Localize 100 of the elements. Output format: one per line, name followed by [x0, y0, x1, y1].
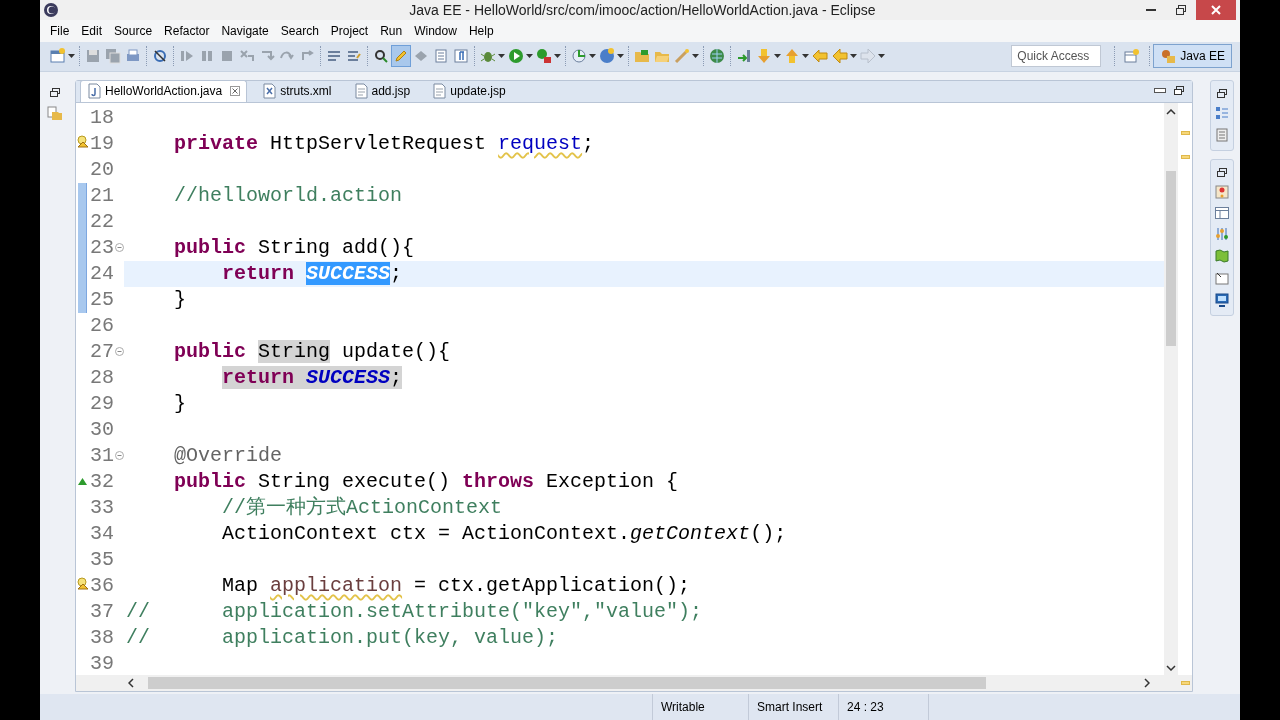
menu-item[interactable]: Navigate: [215, 20, 275, 42]
arrow-icon[interactable]: [736, 48, 752, 65]
code-line: public String add(){: [173, 235, 415, 260]
paragraph-icon[interactable]: [453, 48, 469, 65]
server-icon[interactable]: [1215, 184, 1229, 199]
status-text: 24 : 23: [838, 694, 928, 720]
restore-icon[interactable]: [1217, 167, 1227, 177]
scrollbar-thumb[interactable]: [148, 677, 986, 689]
line-number: 37: [89, 598, 114, 625]
menu-item[interactable]: Refactor: [158, 20, 216, 42]
code-line: }: [173, 287, 186, 312]
quick-access-field[interactable]: Quick Access: [1011, 45, 1102, 68]
code-line: }: [173, 391, 186, 416]
line-number: 22: [89, 208, 114, 235]
play-icon[interactable]: [508, 48, 524, 65]
code-line: Map application = ctx.getApplication();: [221, 573, 691, 598]
scroll-right-icon[interactable]: [1144, 678, 1150, 688]
caret-icon[interactable]: [68, 54, 75, 59]
maximize-icon[interactable]: [1174, 86, 1184, 96]
line-number: 27: [89, 338, 114, 365]
scroll-down-icon[interactable]: [1166, 665, 1176, 672]
line-number: 29: [89, 390, 114, 417]
caret-icon[interactable]: [617, 54, 624, 59]
text-block-icon[interactable]: [433, 48, 449, 65]
collapse-icon[interactable]: [114, 451, 124, 461]
line-number: 26: [89, 312, 114, 339]
override-triangle-icon: [78, 477, 87, 485]
package-icon[interactable]: [47, 104, 63, 121]
caret-icon[interactable]: [692, 54, 699, 59]
menu-item[interactable]: Window: [408, 20, 463, 42]
code-line: // application.put(key, value);: [126, 625, 559, 650]
code-line: return SUCCESS;: [221, 365, 403, 390]
window-icon[interactable]: [1215, 206, 1229, 219]
status-text: Writable: [652, 694, 748, 720]
monitor-icon[interactable]: [1215, 292, 1229, 307]
line-number: 38: [89, 624, 114, 651]
overview-marker[interactable]: [1181, 680, 1190, 685]
restore-icon[interactable]: [1217, 88, 1227, 98]
overview-marker[interactable]: [1181, 130, 1190, 135]
collapse-icon[interactable]: [114, 347, 124, 357]
line-number: 33: [89, 494, 114, 521]
editor-tab[interactable]: struts.xml: [255, 79, 339, 102]
menu-item[interactable]: Help: [462, 20, 500, 42]
menu-item[interactable]: Search: [274, 20, 325, 42]
globe-icon[interactable]: [709, 48, 725, 65]
java-ee-icon: [1160, 48, 1177, 65]
line-number: 28: [89, 364, 114, 391]
menu-item[interactable]: Source: [108, 20, 159, 42]
scroll-left-icon[interactable]: [128, 678, 134, 688]
overview-marker[interactable]: [1181, 154, 1190, 159]
jsp-file-icon: [353, 83, 368, 100]
line-number: 35: [89, 546, 114, 573]
unlink-icon[interactable]: [152, 48, 168, 65]
save-icon[interactable]: [85, 48, 101, 65]
xml-file-icon: [262, 83, 277, 100]
close-icon[interactable]: [230, 86, 241, 97]
image-icon[interactable]: [1215, 270, 1229, 285]
line-number: 31: [89, 442, 114, 469]
new-window-icon[interactable]: [50, 48, 66, 65]
collapse-icon[interactable]: [114, 243, 124, 253]
save-all-icon[interactable]: [105, 48, 121, 65]
eclipse-logo-icon: [43, 2, 59, 18]
caret-icon[interactable]: [498, 54, 505, 59]
code-line: // application.setAttribute("key","value");: [126, 599, 703, 624]
folder-icon[interactable]: [634, 48, 650, 65]
menu-item[interactable]: Project: [324, 20, 375, 42]
close-button[interactable]: [1196, 0, 1236, 20]
caret-icon[interactable]: [878, 54, 885, 59]
code-line: return SUCCESS;: [221, 261, 403, 286]
line-number: 21: [89, 182, 114, 209]
close-icon: [1211, 5, 1221, 15]
scrollbar-thumb[interactable]: [1166, 170, 1176, 346]
line-number: 18: [89, 104, 114, 131]
editor-tab[interactable]: add.jsp: [346, 79, 418, 102]
caret-icon[interactable]: [554, 54, 561, 59]
open-perspective-icon[interactable]: [1124, 48, 1141, 65]
sliders-icon[interactable]: [1215, 226, 1229, 241]
caret-icon[interactable]: [526, 54, 533, 59]
outline-icon[interactable]: [1215, 105, 1229, 120]
perspective-button[interactable]: Java EE: [1153, 44, 1232, 69]
menu-item[interactable]: Edit: [75, 20, 109, 42]
menu-item[interactable]: File: [44, 20, 76, 42]
minimize-icon[interactable]: [1154, 87, 1166, 94]
run-tool-icon[interactable]: [536, 48, 552, 65]
map-icon[interactable]: [1215, 248, 1229, 263]
line-number: 30: [89, 416, 114, 443]
line-number: 19: [89, 130, 114, 157]
caret-icon[interactable]: [850, 54, 857, 59]
editor-tab[interactable]: update.jsp: [425, 79, 513, 102]
editor-tab[interactable]: HelloWorldAction.java: [80, 79, 248, 102]
restore-icon[interactable]: [50, 87, 60, 97]
java-file-icon: [87, 83, 101, 100]
line-number: 36: [89, 572, 114, 599]
caret-icon[interactable]: [589, 54, 596, 59]
scroll-up-icon[interactable]: [1166, 108, 1176, 115]
caret-icon[interactable]: [802, 54, 809, 59]
document-icon[interactable]: [1216, 127, 1228, 142]
menu-item[interactable]: Run: [374, 20, 409, 42]
caret-icon[interactable]: [774, 54, 781, 59]
search-icon[interactable]: [373, 48, 389, 65]
